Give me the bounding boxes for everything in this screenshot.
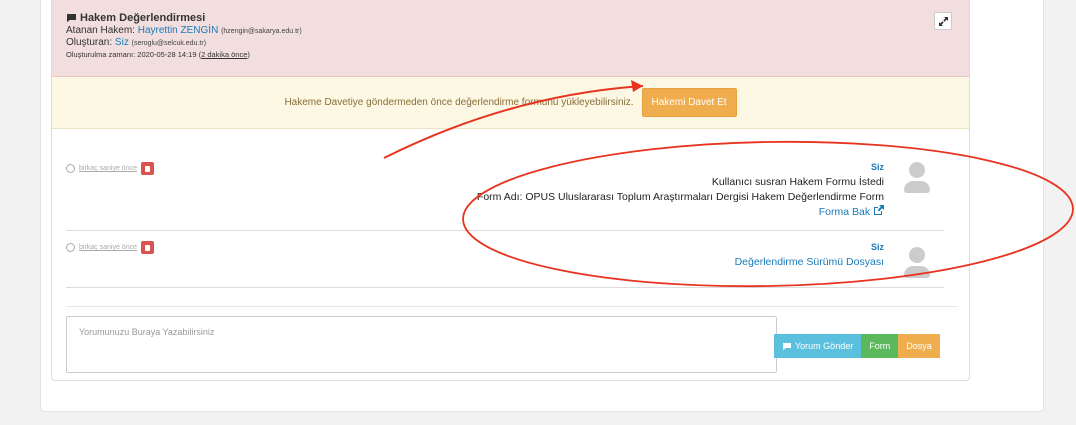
message-body: Siz Değerlendirme Sürümü Dosyası — [735, 240, 884, 270]
message-author: Siz — [870, 162, 884, 172]
created-time: Oluşturulma zamanı: 2020-05-28 14:19 (2 … — [66, 50, 250, 59]
file-button[interactable]: Dosya — [898, 334, 940, 358]
message-author: Siz — [870, 242, 884, 252]
send-icon — [783, 342, 791, 350]
composer-actions: Yorum Gönder Form Dosya — [774, 334, 940, 358]
invite-reviewer-button[interactable]: Hakemi Davet Et — [641, 88, 737, 117]
assigned-reviewer: Atanan Hakem: Hayrettin ZENGİN (hzengin@… — [66, 25, 302, 36]
expand-button[interactable] — [934, 12, 952, 30]
clock-icon — [66, 164, 75, 173]
expand-icon — [938, 16, 948, 26]
review-panel: Hakem Değerlendirmesi Atanan Hakem: Hayr… — [51, 0, 970, 381]
message-line: Kullanıcı susran Hakem Formu İstedi — [711, 176, 884, 188]
avatar-icon — [904, 247, 930, 278]
warning-message: Hakeme Davetiye göndermeden önce değerle… — [284, 97, 634, 108]
list-item: birkaç saniye önce Siz Değerlendirme Sür… — [66, 233, 944, 288]
comment-icon — [67, 14, 76, 22]
reviewer-name-link[interactable]: Hayrettin ZENGİN — [138, 25, 219, 36]
external-link-icon — [874, 205, 884, 215]
message-time: birkaç saniye önce — [66, 241, 154, 254]
form-button[interactable]: Form — [861, 334, 899, 358]
message-list: birkaç saniye önce Siz Kullanıcı susran … — [66, 142, 958, 307]
view-form-link[interactable]: Forma Bak — [477, 205, 884, 220]
trash-icon[interactable] — [140, 241, 154, 254]
message-body: Siz Kullanıcı susran Hakem Formu İstedi … — [477, 160, 884, 220]
comment-input[interactable]: Yorumunuzu Buraya Yazabilirsiniz — [66, 316, 777, 373]
trash-icon[interactable] — [140, 162, 154, 175]
evaluation-file-link[interactable]: Değerlendirme Sürümü Dosyası — [735, 255, 884, 270]
message-time: birkaç saniye önce — [66, 162, 154, 175]
avatar-icon — [904, 162, 930, 193]
review-title: Hakem Değerlendirmesi — [66, 12, 969, 24]
review-header: Hakem Değerlendirmesi Atanan Hakem: Hayr… — [52, 0, 969, 77]
list-item: birkaç saniye önce Siz Kullanıcı susran … — [66, 142, 944, 231]
creator: Oluşturan: Siz (seroglu@selcuk.edu.tr) — [66, 37, 207, 48]
creator-name-link[interactable]: Siz — [115, 37, 129, 48]
clock-icon — [66, 243, 75, 252]
send-comment-button[interactable]: Yorum Gönder — [774, 334, 862, 358]
message-line: Form Adı: OPUS Uluslararası Toplum Araşt… — [476, 191, 884, 203]
invite-warning: Hakeme Davetiye göndermeden önce değerle… — [52, 77, 969, 129]
